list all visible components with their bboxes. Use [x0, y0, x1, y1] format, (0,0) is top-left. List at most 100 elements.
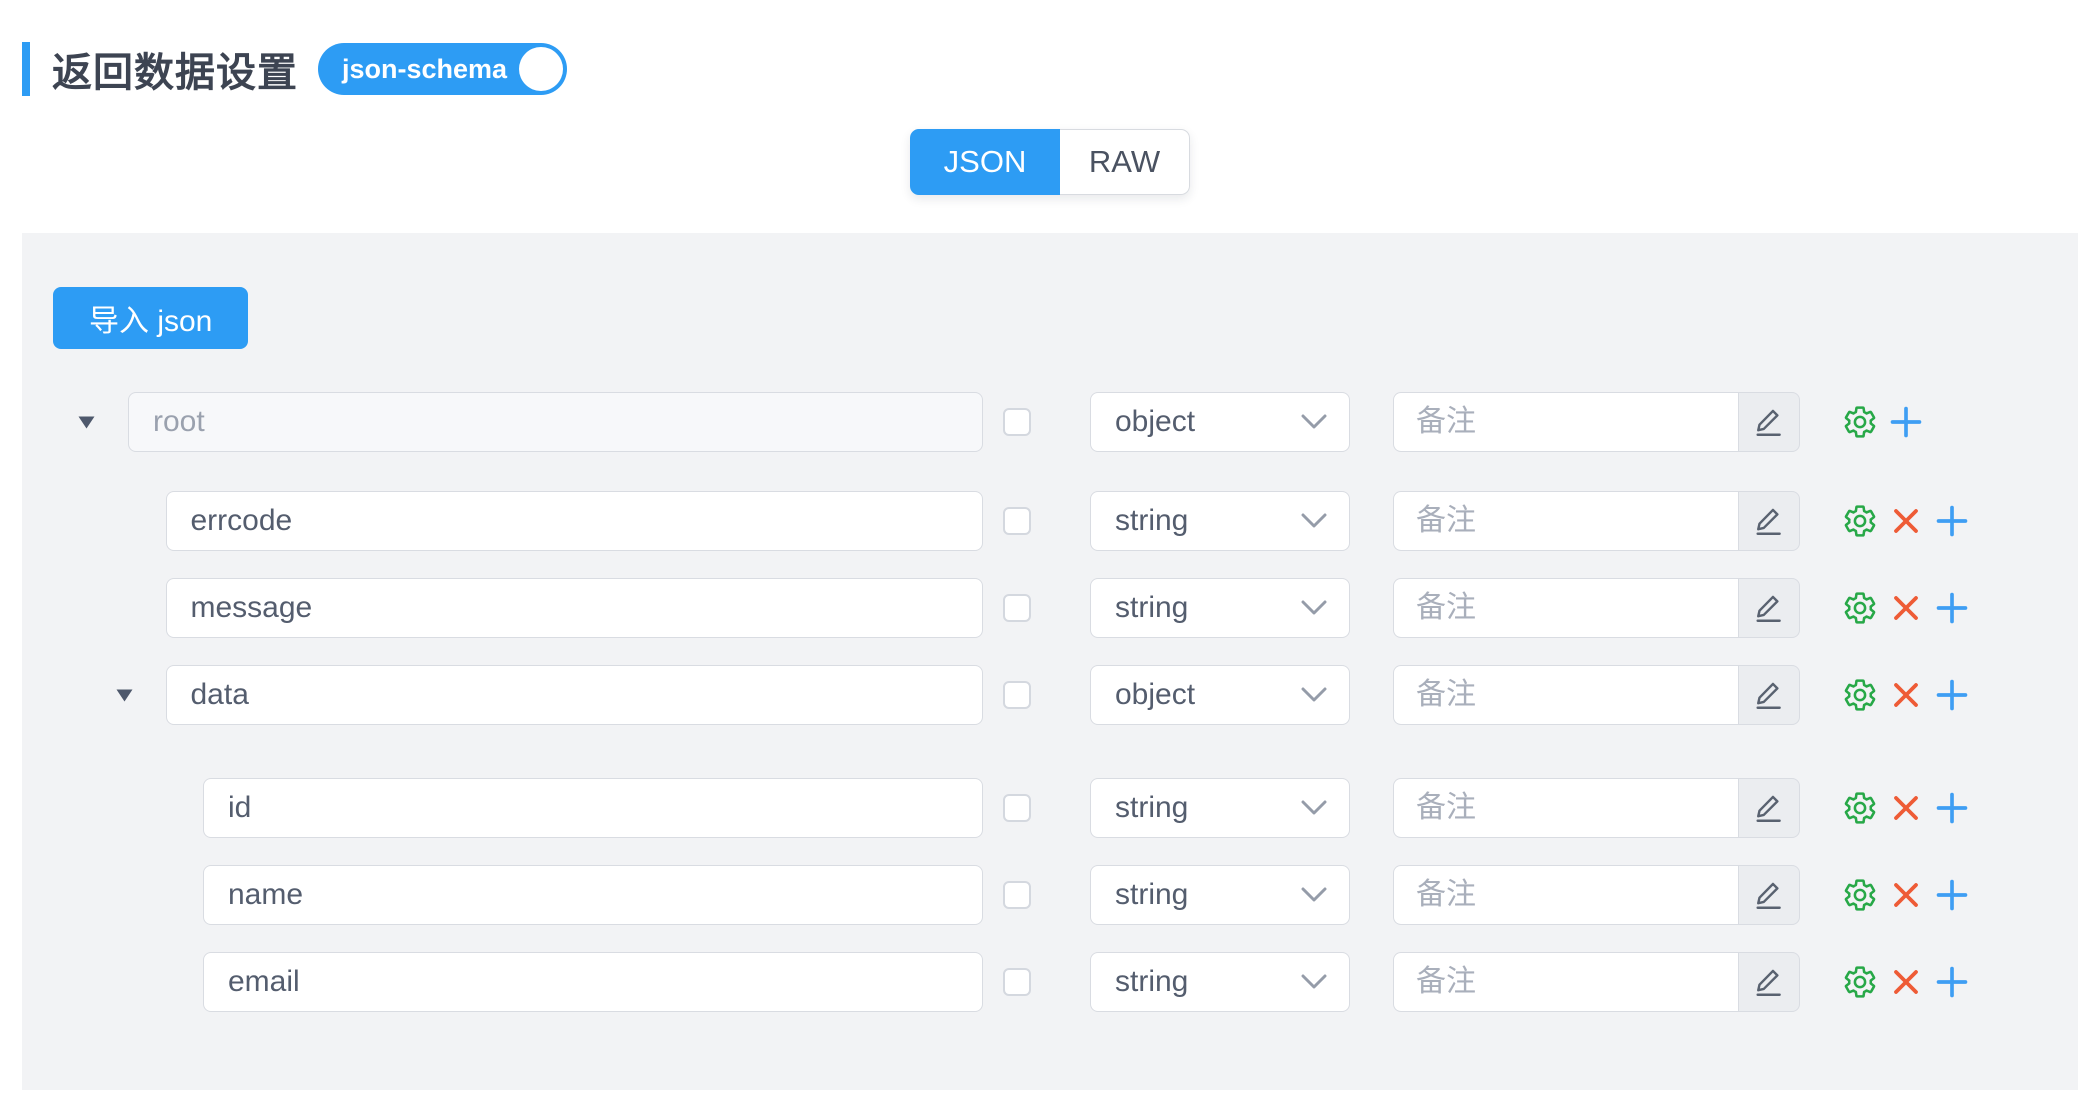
- add-field-icon[interactable]: [1934, 790, 1970, 826]
- remark-input[interactable]: [1393, 578, 1738, 638]
- edit-icon: [1752, 504, 1786, 538]
- schema-rows: object: [53, 392, 2078, 1012]
- type-select[interactable]: object: [1090, 665, 1350, 725]
- chevron-down-icon: [1301, 887, 1327, 903]
- json-schema-toggle[interactable]: json-schema: [318, 43, 567, 95]
- add-field-icon[interactable]: [1934, 677, 1970, 713]
- accent-bar: [22, 42, 30, 96]
- indent-spacer: [72, 695, 110, 696]
- add-field-icon[interactable]: [1934, 590, 1970, 626]
- remark-input[interactable]: [1393, 665, 1738, 725]
- remark-input[interactable]: [1393, 952, 1738, 1012]
- row-actions: [1842, 503, 1970, 539]
- delete-icon[interactable]: [1888, 790, 1924, 826]
- settings-icon[interactable]: [1842, 790, 1878, 826]
- edit-remark-button[interactable]: [1738, 578, 1800, 638]
- add-field-icon[interactable]: [1888, 404, 1924, 440]
- field-name-input[interactable]: [166, 665, 984, 725]
- field-name-input[interactable]: [203, 778, 983, 838]
- field-name-section: [72, 952, 983, 1012]
- collapse-caret-icon[interactable]: [110, 689, 166, 702]
- type-select[interactable]: string: [1090, 578, 1350, 638]
- row-actions: [1842, 404, 1924, 440]
- indent-spacer: [72, 521, 110, 522]
- chevron-down-icon: [1301, 414, 1327, 430]
- settings-icon[interactable]: [1842, 503, 1878, 539]
- row-actions: [1842, 590, 1970, 626]
- settings-icon[interactable]: [1842, 590, 1878, 626]
- remark-input[interactable]: [1393, 491, 1738, 551]
- required-checkbox[interactable]: [1003, 794, 1031, 822]
- type-select[interactable]: string: [1090, 491, 1350, 551]
- required-checkbox[interactable]: [1003, 968, 1031, 996]
- toggle-label: json-schema: [342, 54, 507, 85]
- toggle-knob-icon: [519, 47, 563, 91]
- edit-icon: [1752, 965, 1786, 999]
- view-tabs-group: JSON RAW: [910, 129, 1190, 195]
- field-name-input[interactable]: [166, 491, 984, 551]
- add-field-icon[interactable]: [1934, 503, 1970, 539]
- row-actions: [1842, 964, 1970, 1000]
- schema-row: string: [72, 578, 2078, 638]
- row-actions: [1842, 790, 1970, 826]
- edit-remark-button[interactable]: [1738, 665, 1800, 725]
- remark-group: [1393, 578, 1800, 638]
- required-checkbox[interactable]: [1003, 681, 1031, 709]
- edit-remark-button[interactable]: [1738, 491, 1800, 551]
- edit-remark-button[interactable]: [1738, 865, 1800, 925]
- collapse-caret-icon[interactable]: [72, 416, 128, 429]
- indent-spacer: [72, 895, 147, 896]
- remark-group: [1393, 952, 1800, 1012]
- add-field-icon[interactable]: [1934, 877, 1970, 913]
- remark-group: [1393, 865, 1800, 925]
- field-name-input[interactable]: [166, 578, 984, 638]
- edit-remark-button[interactable]: [1738, 952, 1800, 1012]
- type-select[interactable]: string: [1090, 952, 1350, 1012]
- field-name-input[interactable]: [128, 392, 983, 452]
- indent-spacer: [72, 808, 147, 809]
- chevron-down-icon: [1301, 600, 1327, 616]
- row-actions: [1842, 877, 1970, 913]
- import-json-button[interactable]: 导入 json: [53, 287, 248, 349]
- field-name-input[interactable]: [203, 952, 983, 1012]
- edit-remark-button[interactable]: [1738, 392, 1800, 452]
- add-field-icon[interactable]: [1934, 964, 1970, 1000]
- type-select-value: string: [1115, 504, 1188, 538]
- schema-row: string: [72, 952, 2078, 1012]
- settings-icon[interactable]: [1842, 964, 1878, 1000]
- remark-input[interactable]: [1393, 778, 1738, 838]
- field-name-input[interactable]: [203, 865, 983, 925]
- chevron-down-icon: [1301, 800, 1327, 816]
- settings-icon[interactable]: [1842, 677, 1878, 713]
- required-checkbox[interactable]: [1003, 594, 1031, 622]
- schema-row: string: [72, 865, 2078, 925]
- remark-group: [1393, 778, 1800, 838]
- type-select-value: string: [1115, 791, 1188, 825]
- remark-input[interactable]: [1393, 865, 1738, 925]
- row-actions: [1842, 677, 1970, 713]
- field-name-section: [72, 392, 983, 452]
- required-checkbox[interactable]: [1003, 507, 1031, 535]
- type-select[interactable]: string: [1090, 778, 1350, 838]
- delete-icon[interactable]: [1888, 677, 1924, 713]
- settings-icon[interactable]: [1842, 877, 1878, 913]
- remark-group: [1393, 665, 1800, 725]
- type-select[interactable]: string: [1090, 865, 1350, 925]
- required-checkbox[interactable]: [1003, 881, 1031, 909]
- remark-input[interactable]: [1393, 392, 1738, 452]
- type-select-value: object: [1115, 678, 1195, 712]
- delete-icon[interactable]: [1888, 964, 1924, 1000]
- tab-json[interactable]: JSON: [910, 129, 1060, 195]
- settings-icon[interactable]: [1842, 404, 1878, 440]
- schema-row: string: [72, 778, 2078, 838]
- delete-icon[interactable]: [1888, 590, 1924, 626]
- page-title: 返回数据设置: [52, 40, 298, 98]
- delete-icon[interactable]: [1888, 503, 1924, 539]
- type-select[interactable]: object: [1090, 392, 1350, 452]
- tab-raw[interactable]: RAW: [1060, 129, 1190, 195]
- required-checkbox[interactable]: [1003, 408, 1031, 436]
- delete-icon[interactable]: [1888, 877, 1924, 913]
- edit-remark-button[interactable]: [1738, 778, 1800, 838]
- type-select-value: string: [1115, 591, 1188, 625]
- view-tabs-bar: JSON RAW: [0, 129, 2100, 195]
